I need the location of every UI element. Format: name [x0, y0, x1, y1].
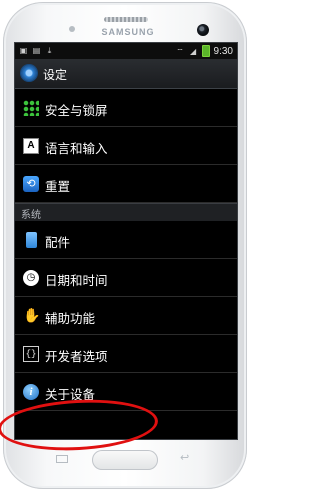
- accessory-icon: [26, 232, 37, 248]
- proximity-sensor: [69, 26, 75, 32]
- section-header-label: 系统: [21, 210, 41, 221]
- settings-item-language[interactable]: A 语言和输入: [15, 127, 237, 165]
- accessibility-hand-icon: ✋: [23, 308, 41, 324]
- info-icon: i: [23, 384, 39, 400]
- settings-item-reset[interactable]: ⟲ 重置: [15, 165, 237, 203]
- page-title: 设定: [43, 68, 68, 82]
- section-header-system: 系统: [15, 203, 237, 221]
- language-input-icon: A: [23, 138, 39, 154]
- settings-title-bar: 设定: [15, 59, 237, 89]
- settings-item-label: 日期和时间: [45, 273, 108, 288]
- screenshot-icon: ▣: [19, 46, 28, 55]
- picture-icon: ▤: [32, 46, 41, 55]
- reset-icon: ⟲: [23, 176, 39, 192]
- settings-item-security[interactable]: 安全与锁屏: [15, 89, 237, 127]
- back-key-icon[interactable]: ↩: [180, 452, 194, 464]
- brand-logo: SAMSUNG: [101, 27, 155, 37]
- settings-item-date-time[interactable]: ◷ 日期和时间: [15, 259, 237, 297]
- settings-gear-icon: [21, 65, 37, 81]
- settings-item-label: 重置: [45, 179, 71, 194]
- status-bar: ▣ ▤ ⤓ ⌔ ◢ 9:30: [15, 43, 237, 59]
- status-time: 9:30: [213, 45, 233, 57]
- phone-screen: ▣ ▤ ⤓ ⌔ ◢ 9:30 设定 安全与锁屏 A 语言和输入 ⟲ 重置 系统 …: [14, 42, 238, 440]
- signal-icon: ◢: [189, 46, 197, 56]
- download-icon: ⤓: [47, 46, 52, 55]
- settings-item-label: 配件: [45, 235, 71, 250]
- settings-item-label: 语言和输入: [45, 141, 108, 156]
- settings-item-label: 安全与锁屏: [45, 103, 108, 118]
- clock-icon: ◷: [23, 270, 39, 286]
- wifi-icon: ⌔: [176, 46, 184, 56]
- settings-item-developer[interactable]: {} 开发者选项: [15, 335, 237, 373]
- settings-item-label: 开发者选项: [45, 349, 108, 364]
- home-button[interactable]: [92, 450, 158, 470]
- earpiece-speaker: [104, 17, 148, 22]
- settings-item-accessibility[interactable]: ✋ 辅助功能: [15, 297, 237, 335]
- settings-item-accessory[interactable]: 配件: [15, 221, 237, 259]
- menu-key[interactable]: [56, 455, 68, 463]
- battery-icon: [201, 45, 210, 57]
- security-grid-icon: [23, 100, 39, 116]
- settings-item-label: 辅助功能: [45, 311, 96, 326]
- developer-options-icon: {}: [23, 346, 39, 362]
- front-camera: [197, 24, 209, 36]
